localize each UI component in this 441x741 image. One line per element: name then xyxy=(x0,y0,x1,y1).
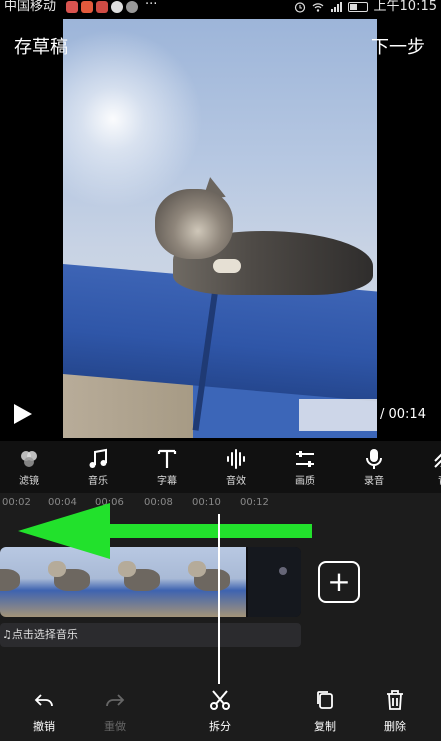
clip-thumbnail xyxy=(176,547,246,617)
tool-label: 音效 xyxy=(226,476,246,487)
split-label: 拆分 xyxy=(209,720,231,733)
redo-button[interactable]: 重做 xyxy=(90,688,140,734)
tool-label: 音乐 xyxy=(88,476,108,487)
background-icon xyxy=(418,447,441,471)
music-hint: 点击选择音乐 xyxy=(11,628,78,641)
playhead[interactable] xyxy=(218,514,220,684)
more-notifications-icon: ··· xyxy=(145,0,158,12)
music-note-icon xyxy=(73,447,123,471)
battery-icon xyxy=(347,2,368,12)
add-clip-button[interactable]: + xyxy=(318,561,360,603)
bottom-actions: 撤销 重做 拆分 复制 删除 xyxy=(0,688,441,741)
tool-background[interactable]: 背 xyxy=(418,447,441,487)
microphone-icon xyxy=(349,447,399,471)
wifi-icon xyxy=(312,3,323,12)
tool-record[interactable]: 录音 xyxy=(349,447,399,487)
ruler-tick: 00:10 xyxy=(192,497,221,508)
split-button[interactable]: 拆分 xyxy=(195,688,245,734)
signal-icon xyxy=(330,2,342,12)
app-notification-icon xyxy=(81,1,93,13)
blurred-current-time xyxy=(299,399,377,431)
chat-notification-icon xyxy=(111,1,123,13)
copy-label: 复制 xyxy=(314,720,336,733)
clip-thumbnail xyxy=(106,547,176,617)
tool-label: 录音 xyxy=(364,476,384,487)
tool-label: 字幕 xyxy=(157,476,177,487)
music-add-icon: ♫ xyxy=(2,628,12,641)
scissors-icon xyxy=(195,688,245,712)
tool-filter[interactable]: 滤镜 xyxy=(4,447,54,487)
tool-music[interactable]: 音乐 xyxy=(73,447,123,487)
delete-label: 删除 xyxy=(384,720,406,733)
carrier-label: 中国移动 xyxy=(4,0,57,14)
tool-label: 滤镜 xyxy=(19,476,39,487)
sliders-icon xyxy=(280,447,330,471)
cat-head xyxy=(155,189,233,259)
ruler-tick: 00:12 xyxy=(240,497,269,508)
sound-wave-icon xyxy=(211,447,261,471)
copy-icon xyxy=(300,688,350,712)
app-notification-icon xyxy=(96,1,108,13)
copy-button[interactable]: 复制 xyxy=(300,688,350,734)
music-track[interactable]: ♫点击选择音乐 xyxy=(0,623,301,647)
status-right: 上午10:15 xyxy=(294,0,437,14)
annotation-arrow-head xyxy=(18,503,110,559)
trash-icon xyxy=(370,688,420,712)
video-duration: / 00:14 xyxy=(380,407,426,422)
video-preview[interactable] xyxy=(63,19,377,438)
text-icon xyxy=(142,447,192,471)
next-step-button[interactable]: 下一步 xyxy=(371,33,425,59)
notification-icons xyxy=(66,1,138,13)
filter-icon xyxy=(4,447,54,471)
tool-label: 画质 xyxy=(295,476,315,487)
redo-icon xyxy=(90,688,140,712)
clock: 上午10:15 xyxy=(373,0,437,14)
save-draft-button[interactable]: 存草稿 xyxy=(14,33,68,59)
sun-glare xyxy=(63,29,203,209)
tool-subtitle[interactable]: 字幕 xyxy=(142,447,192,487)
app-notification-icon xyxy=(126,1,138,13)
cat-paw xyxy=(213,259,241,273)
delete-button[interactable]: 删除 xyxy=(370,688,420,734)
tool-sound-effect[interactable]: 音效 xyxy=(211,447,261,487)
redo-label: 重做 xyxy=(104,720,126,733)
play-icon[interactable] xyxy=(14,404,32,424)
tool-label: 背 xyxy=(418,472,441,487)
status-bar: 中国移动 ··· 上午10:15 xyxy=(0,0,441,16)
undo-button[interactable]: 撤销 xyxy=(19,688,69,734)
tool-quality[interactable]: 画质 xyxy=(280,447,330,487)
ruler-tick: 00:08 xyxy=(144,497,173,508)
undo-label: 撤销 xyxy=(33,720,55,733)
clip-end-frame xyxy=(248,547,301,617)
edit-toolbar: 滤镜 音乐 字幕 音效 画质 录音 背 xyxy=(0,441,441,493)
undo-icon xyxy=(19,688,69,712)
app-notification-icon xyxy=(66,1,78,13)
alarm-icon xyxy=(294,2,305,13)
